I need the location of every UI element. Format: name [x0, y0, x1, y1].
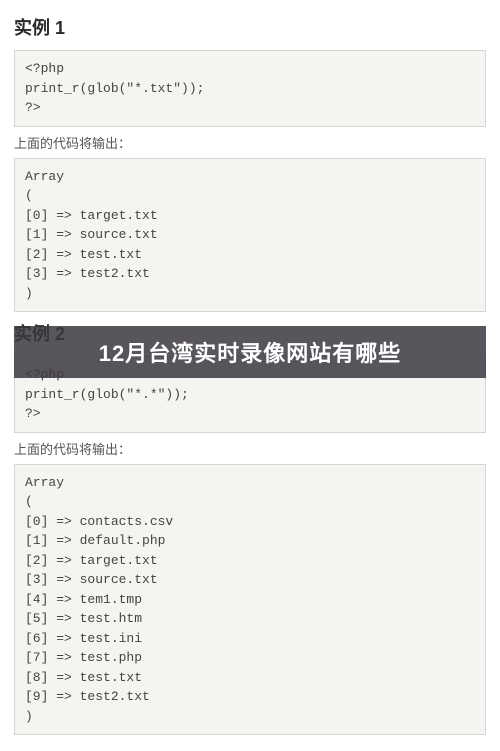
example-1-heading: 实例 1	[14, 14, 486, 40]
overlay-banner: 12月台湾实时录像网站有哪些	[14, 326, 486, 378]
example-2-output: Array ( [0] => contacts.csv [1] => defau…	[14, 464, 486, 736]
example-2-output-label: 上面的代码将输出：	[14, 439, 486, 458]
example-1-code: <?php print_r(glob("*.txt")); ?>	[14, 50, 486, 127]
example-1-output: Array ( [0] => target.txt [1] => source.…	[14, 158, 486, 313]
example-2-section: 实例 2 12月台湾实时录像网站有哪些 <?php print_r(glob("…	[14, 320, 486, 735]
page-content: 实例 1 <?php print_r(glob("*.txt")); ?> 上面…	[0, 0, 500, 751]
example-1-output-label: 上面的代码将输出：	[14, 133, 486, 152]
